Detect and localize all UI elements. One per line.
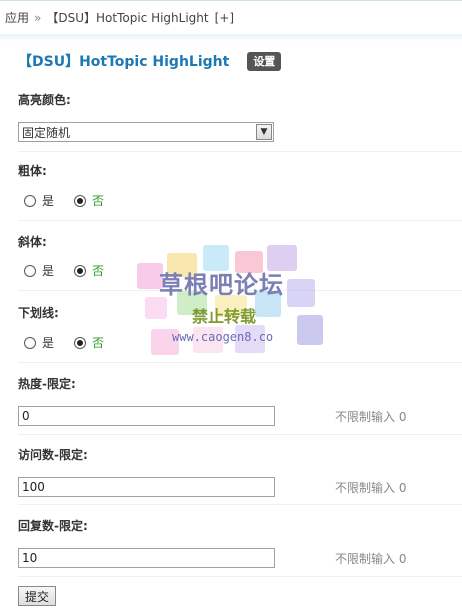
underline-yes-radio[interactable] [24, 336, 36, 349]
italic-yes-radio[interactable] [24, 264, 36, 277]
watermark-title: 草根吧论坛 [159, 271, 284, 299]
bold-no-radio[interactable] [74, 194, 87, 207]
italic-radio-group: 是 否 [24, 262, 104, 279]
chevron-down-icon[interactable]: ▼ [256, 124, 272, 140]
color-select[interactable]: 固定随机 ▼ [18, 122, 274, 142]
breadcrumb: 应用 » 【DSU】HotTopic HighLight [+] [0, 0, 462, 34]
views-hint: 不限制输入 0 [335, 481, 407, 495]
watermark-tile [297, 315, 323, 345]
underline-label: 下划线: [18, 306, 59, 320]
views-label: 访问数-限定: [18, 448, 88, 462]
replies-hint: 不限制输入 0 [335, 552, 407, 566]
color-select-value: 固定随机 [22, 125, 71, 140]
underline-yes-label[interactable]: 是 [42, 334, 54, 351]
divider [18, 362, 462, 363]
replies-label: 回复数-限定: [18, 519, 88, 533]
watermark-subtitle: 禁止转载 [192, 307, 257, 326]
watermark: 草根吧论坛 禁止转载 www.caogen8.co [137, 245, 327, 360]
breadcrumb-shadow [0, 34, 462, 42]
divider [18, 151, 462, 152]
views-input[interactable]: 100 [18, 477, 275, 497]
heat-hint: 不限制输入 0 [335, 410, 407, 424]
watermark-tile [145, 297, 167, 319]
divider [18, 220, 462, 221]
breadcrumb-add-link[interactable]: [+] [215, 11, 234, 25]
underline-radio-group: 是 否 [24, 334, 104, 351]
settings-button[interactable]: 设置 [247, 51, 282, 71]
submit-button[interactable]: 提交 [18, 586, 57, 606]
divider [18, 504, 462, 505]
page-title: 【DSU】HotTopic HighLight [18, 54, 230, 70]
replies-input[interactable]: 10 [18, 548, 275, 568]
watermark-tile [287, 279, 315, 307]
bold-label: 粗体: [18, 164, 47, 178]
watermark-url: www.caogen8.co [172, 330, 274, 344]
italic-yes-label[interactable]: 是 [42, 262, 54, 279]
bold-no-label[interactable]: 否 [92, 192, 104, 209]
italic-label: 斜体: [18, 235, 47, 249]
bold-radio-group: 是 否 [24, 192, 104, 209]
divider [18, 434, 462, 435]
title-row: 【DSU】HotTopic HighLight 设置 [18, 51, 282, 71]
underline-no-radio[interactable] [74, 336, 87, 349]
heat-label: 热度-限定: [18, 377, 76, 391]
underline-no-label[interactable]: 否 [92, 334, 104, 351]
color-label: 高亮颜色: [18, 93, 71, 107]
italic-no-radio[interactable] [74, 264, 87, 277]
bold-yes-radio[interactable] [24, 194, 36, 207]
italic-no-label[interactable]: 否 [92, 262, 104, 279]
breadcrumb-current-link[interactable]: 【DSU】HotTopic HighLight [46, 9, 208, 26]
heat-input[interactable]: 0 [18, 406, 275, 426]
bold-yes-label[interactable]: 是 [42, 192, 54, 209]
breadcrumb-separator: » [34, 10, 42, 25]
breadcrumb-root-link[interactable]: 应用 [5, 9, 29, 26]
divider [18, 576, 462, 577]
